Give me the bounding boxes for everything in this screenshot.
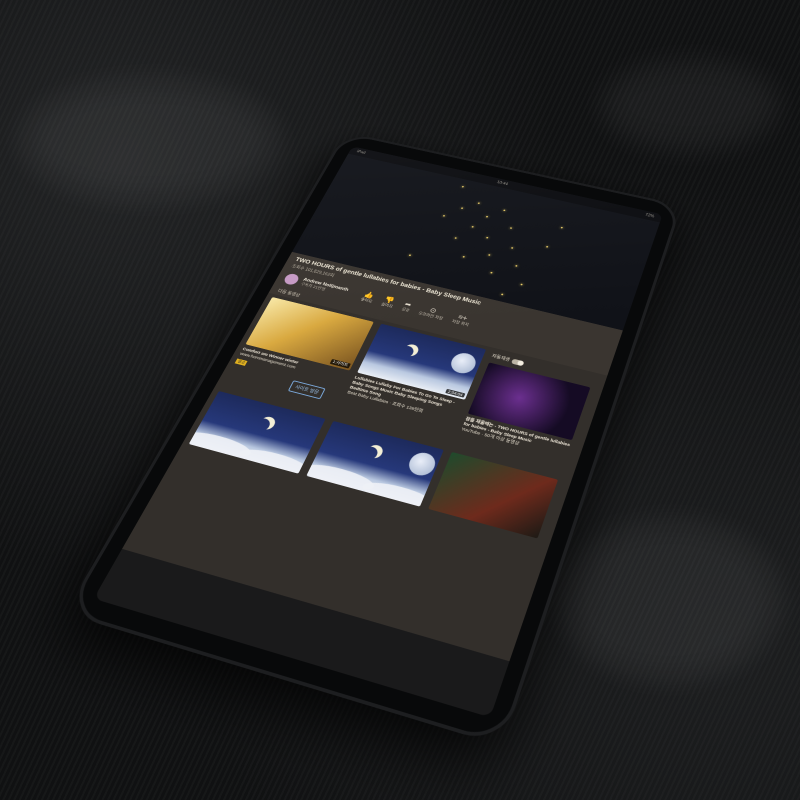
video-thumbnail[interactable] [188, 390, 326, 474]
video-thumbnail[interactable] [428, 451, 559, 539]
ad-tag: 광고 [234, 358, 248, 366]
clock: 10:44 [495, 180, 509, 187]
star [442, 214, 446, 217]
star [520, 283, 523, 286]
star [485, 215, 489, 218]
star [500, 293, 504, 296]
star [503, 209, 506, 212]
channel-avatar[interactable] [282, 272, 301, 286]
moon-shape [252, 417, 272, 433]
cloud-shape [235, 444, 313, 474]
save-label: 저장 위치 [451, 319, 470, 327]
moon-shape [447, 350, 479, 376]
ad-thumb-badge: 1:사이트 [329, 358, 351, 369]
moon-shape [397, 345, 415, 359]
moon-shape [405, 450, 439, 479]
star [408, 254, 412, 257]
offline-save-button[interactable]: ⊙ 오프라인 저장 [417, 304, 446, 321]
video-thumbnail[interactable] [306, 420, 444, 507]
star [509, 227, 513, 229]
tablet-wrap: iPad 10:44 72% TWO HOURS of gentle lulla… [64, 40, 690, 747]
star [471, 225, 474, 228]
star [490, 271, 493, 274]
visit-site-button[interactable]: 사이트 방문 [287, 380, 327, 400]
star [486, 236, 489, 239]
star [515, 264, 518, 267]
cloud-shape [358, 477, 438, 507]
moon-shape [360, 445, 380, 461]
carrier-label: iPad [355, 149, 367, 156]
tablet-screen[interactable]: iPad 10:44 72% TWO HOURS of gentle lulla… [93, 146, 663, 718]
battery-label: 72% [644, 212, 655, 219]
star [454, 237, 457, 239]
star [560, 226, 563, 229]
star [510, 247, 514, 249]
star [460, 207, 464, 210]
star [462, 255, 465, 258]
toggle-switch[interactable] [511, 358, 525, 366]
save-to-button[interactable]: ≡+ 저장 위치 [451, 312, 473, 327]
ipad-device: iPad 10:44 72% TWO HOURS of gentle lulla… [64, 131, 683, 747]
share-label: 공유 [400, 306, 411, 313]
duration-badge: 2:04:04 [445, 388, 466, 398]
dislike-button[interactable]: 👎 싫어요 [380, 295, 397, 309]
star [488, 254, 491, 256]
star [477, 202, 481, 205]
star [545, 245, 549, 248]
autoplay-label: 자동재생 [490, 353, 511, 363]
star [461, 185, 465, 188]
share-button[interactable]: ➦ 공유 [401, 300, 414, 313]
like-button[interactable]: 👍 좋아요 [360, 290, 377, 304]
